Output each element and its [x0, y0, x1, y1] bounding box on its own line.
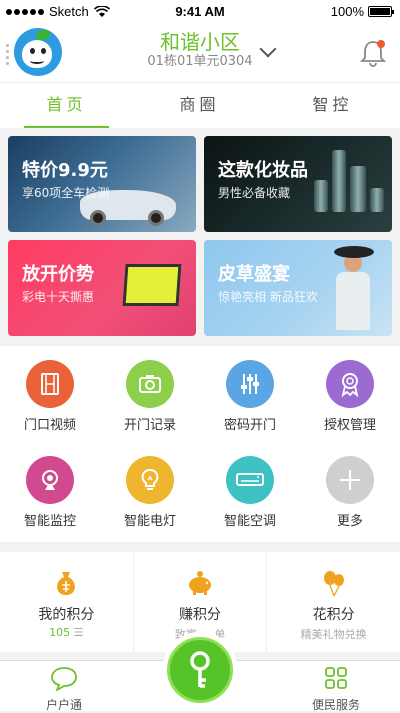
function-grid: 门口视频 开门记录 密码开门 授权管理 智能监控 智能电灯 智能空调 更多: [0, 346, 400, 542]
banner-subtitle: 享60项全车检测: [22, 186, 110, 200]
community-selector[interactable]: 和谐小区 01栋01单元0304: [0, 30, 400, 70]
nav-right-label: 便民服务: [311, 698, 360, 712]
unlock-key-button[interactable]: [162, 632, 238, 708]
unit-number: 01栋01单元0304: [147, 54, 253, 69]
door-record-button[interactable]: 开门记录: [100, 346, 200, 442]
function-label: 更多: [336, 514, 363, 529]
banner-fur-fashion[interactable]: 皮草盛宴 惊艳亮相 新品狂欢: [204, 240, 392, 336]
banner-tv-sale[interactable]: 放开价势 彩电十天撕惠: [8, 240, 196, 336]
icon-circle: [126, 360, 174, 408]
piggy-bank-icon: [189, 571, 211, 595]
bulb-icon: [141, 469, 159, 490]
film-icon: [41, 373, 59, 395]
banner-title: 特价9.9元: [22, 160, 108, 181]
nav-services[interactable]: 便民服务: [296, 665, 376, 713]
tab-smart-control[interactable]: 智控: [266, 83, 399, 129]
banner-title: 皮草盛宴: [218, 264, 290, 285]
grid-icon: [325, 667, 347, 689]
banner-grid: 特价9.9元 享60项全车检测 这款化妆品 男性必备收藏 放开价势 彩电十天撕惠…: [0, 128, 400, 346]
my-points-value: 105: [49, 626, 71, 639]
icon-circle: [326, 360, 374, 408]
bell-icon[interactable]: [360, 38, 386, 68]
banner-cosmetics[interactable]: 这款化妆品 男性必备收藏: [204, 136, 392, 232]
notification-dot: [377, 40, 385, 48]
function-label: 智能空调: [223, 514, 276, 529]
spend-points-button[interactable]: 花积分 精美礼物兑换: [266, 552, 400, 652]
icon-circle: [226, 456, 274, 504]
tab-home[interactable]: 首页: [0, 83, 133, 129]
smart-monitor-button[interactable]: 智能监控: [0, 442, 100, 538]
banner-title: 这款化妆品: [218, 160, 308, 181]
coin-stack-icon: ☰: [73, 626, 84, 639]
function-label: 开门记录: [123, 418, 176, 433]
nav-left-label: 户户通: [45, 698, 82, 712]
smart-light-button[interactable]: 智能电灯: [100, 442, 200, 538]
spend-points-subtitle: 精美礼物兑换: [300, 628, 367, 641]
plus-icon: [340, 470, 360, 490]
money-bag-icon: [57, 572, 76, 595]
spend-points-label: 花积分: [312, 607, 355, 623]
cosmetics-bottle-image: [332, 150, 346, 212]
battery-percent: 100%: [330, 4, 364, 19]
door-video-button[interactable]: 门口视频: [0, 346, 100, 442]
my-points-button[interactable]: 我的积分 105 ☰: [0, 552, 133, 652]
air-conditioner-icon: [236, 473, 264, 486]
balloons-icon: [323, 571, 344, 597]
tab-bar: 首页 商圈 智控: [0, 82, 400, 129]
header: 和谐小区 01栋01单元0304: [0, 24, 400, 82]
smart-ac-button[interactable]: 智能空调: [200, 442, 300, 538]
function-label: 门口视频: [23, 418, 76, 433]
earn-points-label: 赚积分: [179, 607, 221, 623]
banner-subtitle: 彩电十天撕惠: [22, 290, 95, 304]
tab-business[interactable]: 商圈: [133, 83, 266, 129]
status-bar: Sketch 9:41 AM 100%: [0, 0, 400, 24]
banner-car-check[interactable]: 特价9.9元 享60项全车检测: [8, 136, 196, 232]
tv-image: [122, 264, 182, 306]
nav-hht[interactable]: 户户通: [24, 665, 104, 713]
badge-icon: [341, 373, 359, 397]
function-label: 授权管理: [323, 418, 376, 433]
battery-icon: [368, 6, 394, 17]
icon-circle: [126, 456, 174, 504]
model-image: [330, 246, 374, 330]
chat-bubble-icon: [51, 667, 77, 693]
function-label: 智能电灯: [123, 514, 176, 529]
icon-circle: [326, 456, 374, 504]
icon-circle: [26, 456, 74, 504]
webcam-icon: [42, 470, 58, 490]
my-points-label: 我的积分: [38, 607, 95, 623]
banner-subtitle: 男性必备收藏: [218, 186, 291, 200]
icon-circle: [226, 360, 274, 408]
community-name[interactable]: 和谐小区: [0, 30, 400, 54]
key-icon: [190, 651, 210, 688]
function-label: 密码开门: [223, 418, 276, 433]
sliders-icon: [241, 374, 259, 394]
icon-circle: [26, 360, 74, 408]
more-button[interactable]: 更多: [300, 442, 400, 538]
banner-title: 放开价势: [22, 264, 94, 285]
camera-icon: [139, 375, 161, 393]
function-label: 智能监控: [23, 514, 76, 529]
password-unlock-button[interactable]: 密码开门: [200, 346, 300, 442]
banner-subtitle: 惊艳亮相 新品狂欢: [218, 290, 318, 304]
authorization-button[interactable]: 授权管理: [300, 346, 400, 442]
